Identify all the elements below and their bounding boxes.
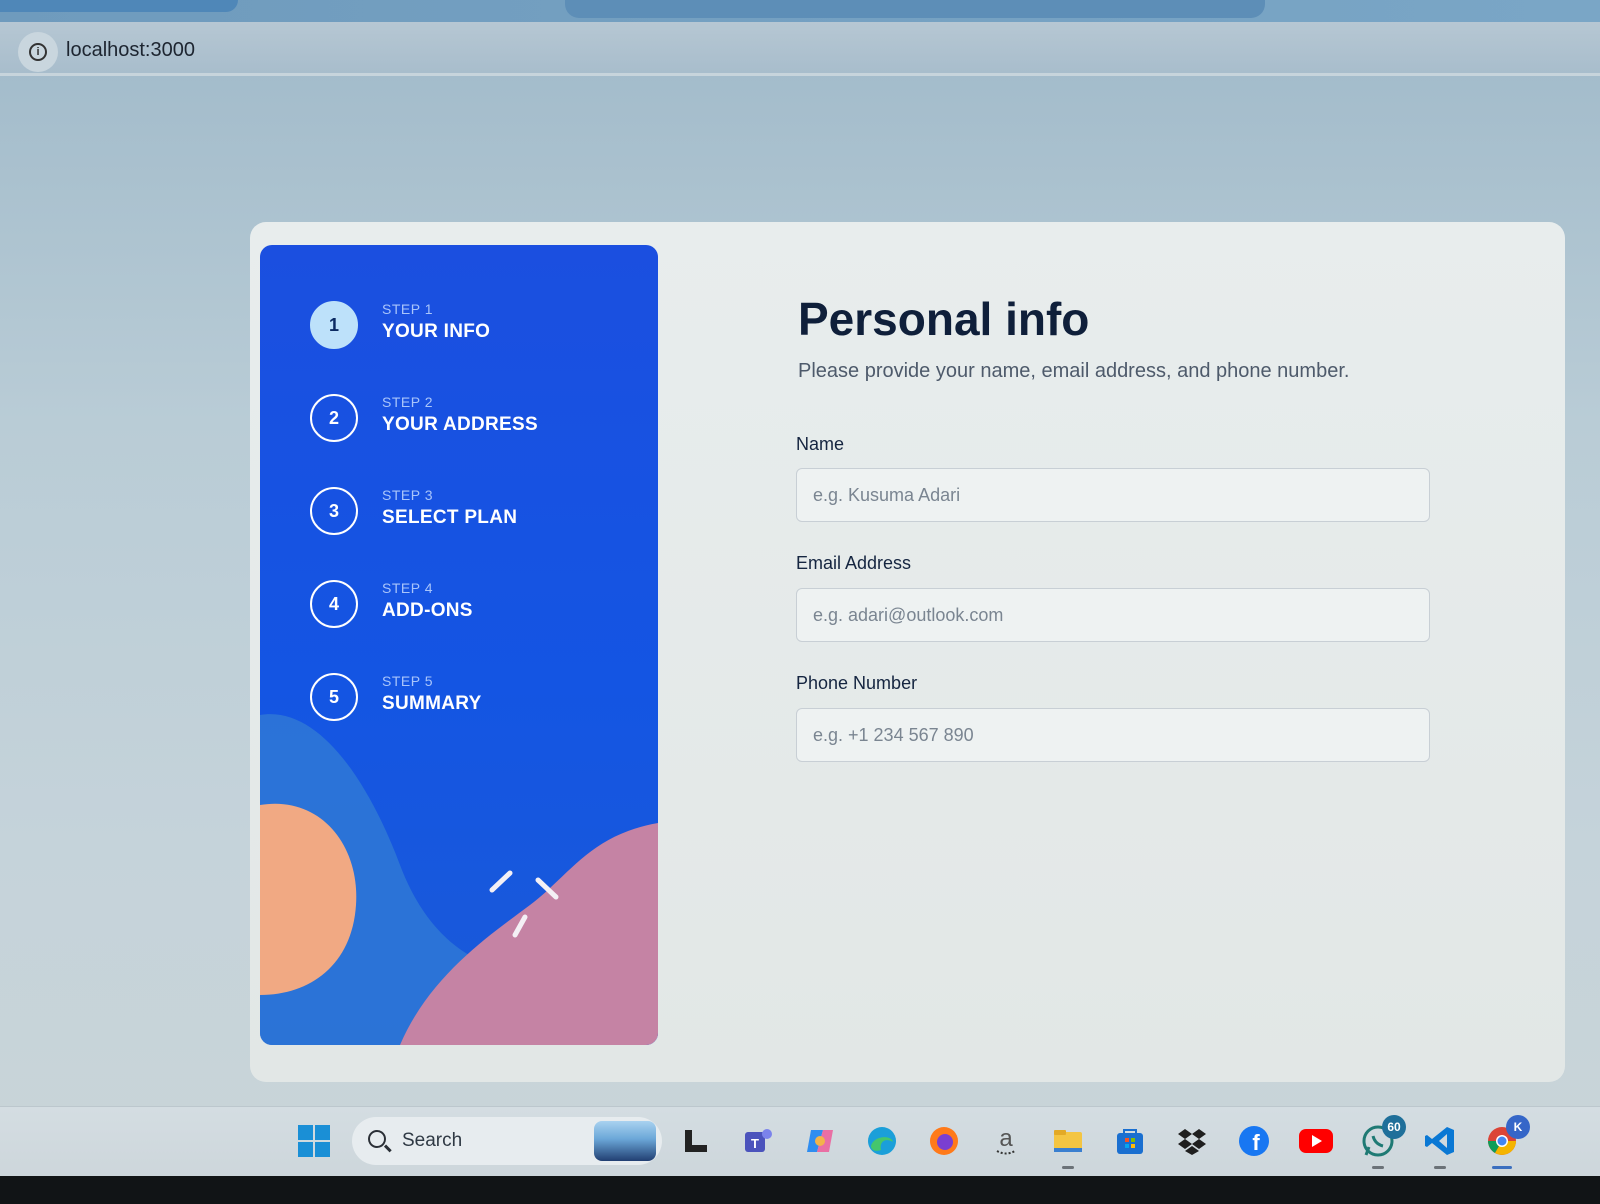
step-1-your-info[interactable]: 1 STEP 1 YOUR INFO (310, 297, 630, 357)
search-highlight-image[interactable] (594, 1121, 656, 1161)
svg-text:T: T (751, 1136, 759, 1151)
browser-address-bar: i localhost:3000 (0, 22, 1600, 76)
copilot-icon[interactable] (800, 1121, 840, 1161)
step-label: STEP 3 (382, 487, 433, 503)
running-indicator (1492, 1166, 1512, 1169)
svg-text:f: f (1252, 1130, 1260, 1155)
microsoft-store-icon[interactable] (1110, 1121, 1150, 1161)
teams-icon[interactable]: T (738, 1121, 778, 1161)
youtube-icon[interactable] (1296, 1121, 1336, 1161)
step-title: ADD-ONS (382, 600, 473, 621)
step-title: SUMMARY (382, 693, 482, 714)
step-2-your-address[interactable]: 2 STEP 2 YOUR ADDRESS (310, 390, 630, 450)
step-title: YOUR INFO (382, 321, 491, 342)
chrome-profile-avatar: K (1506, 1115, 1530, 1139)
step-3-select-plan[interactable]: 3 STEP 3 SELECT PLAN (310, 483, 630, 543)
step-5-summary[interactable]: 5 STEP 5 SUMMARY (310, 669, 630, 729)
notification-badge: 60 (1382, 1115, 1406, 1139)
site-info-icon[interactable]: i (18, 32, 58, 72)
browser-tab-strip (0, 0, 1600, 22)
step-number-badge: 3 (310, 487, 358, 535)
step-number-badge: 1 (310, 301, 358, 349)
browser-tab-active[interactable] (0, 0, 238, 12)
firefox-icon[interactable] (924, 1121, 964, 1161)
name-input[interactable] (796, 468, 1430, 522)
taskbar-search[interactable]: Search (352, 1117, 662, 1165)
step-title: SELECT PLAN (382, 507, 518, 528)
search-label: Search (402, 1130, 463, 1151)
amazon-icon[interactable]: a (986, 1121, 1026, 1161)
search-icon (368, 1130, 386, 1148)
step-4-add-ons[interactable]: 4 STEP 4 ADD-ONS (310, 576, 630, 636)
running-indicator (1372, 1166, 1384, 1169)
step-number-badge: 5 (310, 673, 358, 721)
phone-input[interactable] (796, 708, 1430, 762)
url-text[interactable]: localhost:3000 (66, 39, 195, 62)
windows-taskbar: Search T a f 60 K (0, 1106, 1600, 1176)
step-number-badge: 2 (310, 394, 358, 442)
browser-tab-group[interactable] (565, 0, 1265, 18)
email-input[interactable] (796, 588, 1430, 642)
step-label: STEP 4 (382, 580, 433, 596)
page-title: Personal info (798, 293, 1090, 345)
vscode-icon[interactable] (1420, 1121, 1460, 1169)
file-explorer-icon[interactable] (1048, 1121, 1088, 1169)
name-label: Name (796, 434, 845, 454)
whatsapp-icon[interactable]: 60 (1358, 1115, 1406, 1169)
monitor-bezel (0, 1176, 1600, 1204)
step-label: STEP 1 (382, 301, 433, 317)
phone-label: Phone Number (796, 673, 918, 693)
task-view-icon[interactable] (676, 1121, 716, 1161)
step-label: STEP 5 (382, 673, 433, 689)
chrome-icon[interactable]: K (1482, 1115, 1530, 1169)
page-subtitle: Please provide your name, email address,… (798, 360, 1350, 382)
amazon-glyph: a (999, 1125, 1013, 1152)
running-indicator (1434, 1166, 1446, 1169)
step-label: STEP 2 (382, 394, 433, 410)
steps-sidebar: 1 STEP 1 YOUR INFO 2 STEP 2 YOUR ADDRESS… (260, 245, 658, 1045)
windows-start-icon[interactable] (294, 1121, 334, 1161)
dropbox-icon[interactable] (1172, 1121, 1212, 1161)
step-title: YOUR ADDRESS (382, 414, 538, 435)
email-label: Email Address (796, 553, 912, 573)
running-indicator (1062, 1166, 1074, 1169)
sidebar-decoration (260, 714, 658, 1045)
edge-browser-icon[interactable] (862, 1121, 902, 1161)
facebook-icon[interactable]: f (1234, 1121, 1274, 1161)
step-number-badge: 4 (310, 580, 358, 628)
